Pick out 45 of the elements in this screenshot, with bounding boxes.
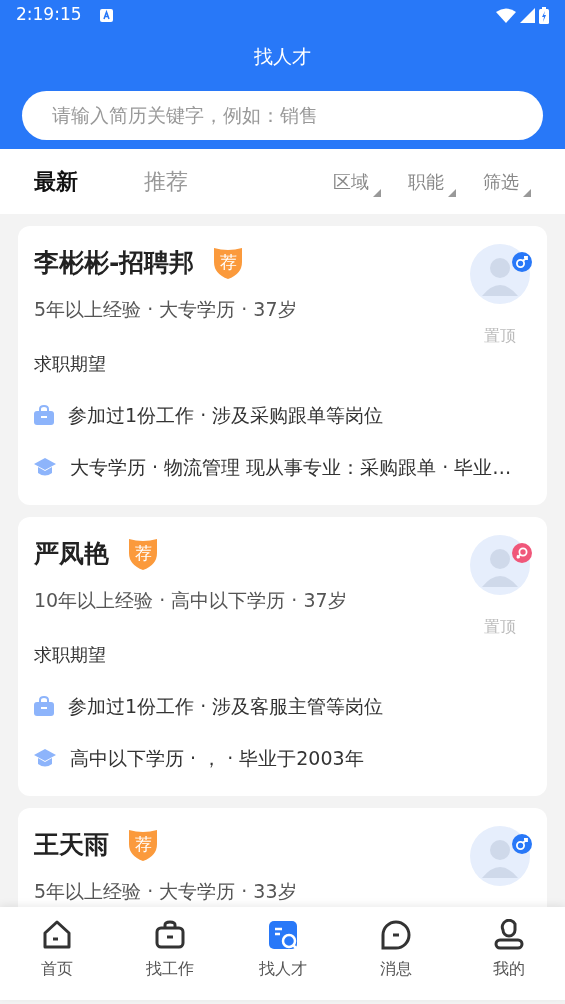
status-time: 2:19:15 (16, 3, 82, 27)
chat-icon (379, 918, 412, 951)
battery-icon (539, 6, 549, 24)
work-summary: 参加过1份工作 · 涉及客服主管等岗位 (68, 693, 384, 719)
nav-tab[interactable]: 我的 (452, 906, 565, 1000)
person-icon (492, 918, 525, 951)
graduation-cap-icon (34, 748, 56, 769)
education-summary: 大专学历 · 物流管理 现从事专业：采购跟单 · 毕业… (70, 455, 512, 480)
candidate-name: 王天雨 (34, 828, 109, 861)
wifi-icon (496, 7, 516, 23)
briefcase-icon (34, 404, 54, 425)
nav-tab[interactable]: 首页 (0, 906, 113, 1000)
briefcase-icon (153, 918, 186, 951)
nav-tab[interactable]: 找人才 (226, 906, 339, 1000)
keyboard-icon (99, 8, 113, 22)
nav-tab[interactable]: 消息 (339, 906, 452, 1000)
section-label: 求职期望 (34, 351, 107, 376)
briefcase-icon (34, 695, 54, 716)
filter-dropdown[interactable]: 职能 (408, 167, 456, 195)
page-title: 找人才 (253, 44, 312, 69)
candidate-details: 5年以上经验 · 大专学历 · 33岁 (34, 879, 298, 904)
corner-triangle-icon (448, 188, 456, 197)
corner-triangle-icon (373, 188, 381, 197)
candidate-card[interactable]: 李彬彬-招聘邦 荐 5年以上经验 · 大专学历 · 37岁 求职期望 置顶 参加过1份工作 · 涉及采购跟单等岗位 大专学历 · 物流管理 现从事专业：采购跟单 · 毕业… (18, 225, 547, 505)
corner-triangle-icon (523, 188, 531, 197)
document-search-icon (266, 918, 299, 951)
candidate-details: 5年以上经验 · 大专学历 · 37岁 (34, 297, 298, 322)
tab[interactable]: 最新 (34, 164, 78, 198)
work-summary: 参加过1份工作 · 涉及采购跟单等岗位 (68, 402, 384, 428)
search-field[interactable]: 请输入简历关键字，例如：销售 (22, 90, 543, 140)
candidate-card[interactable]: 严凤艳 荐 10年以上经验 · 高中以下学历 · 37岁 求职期望 置顶 参加过1份工作 · 涉及客服主管等岗位 高中以下学历 · ， · 毕业于2003年 (18, 516, 547, 796)
candidate-name: 严凤艳 (34, 537, 109, 570)
avatar-icon (470, 534, 530, 595)
signal-icon (520, 7, 535, 23)
filter-dropdown[interactable]: 筛选 (483, 167, 531, 195)
graduation-cap-icon (34, 457, 56, 478)
filter-dropdown[interactable]: 区域 (333, 167, 381, 195)
avatar-icon (470, 243, 530, 304)
nav-tab[interactable]: 找工作 (113, 906, 226, 1000)
candidate-details: 10年以上经验 · 高中以下学历 · 37岁 (34, 588, 348, 613)
avatar-icon (470, 825, 530, 886)
education-summary: 高中以下学历 · ， · 毕业于2003年 (70, 746, 364, 771)
candidate-card[interactable]: 王天雨 荐 5年以上经验 · 大专学历 · 33岁 (18, 807, 547, 907)
section-label: 求职期望 (34, 642, 107, 667)
candidate-name: 李彬彬-招聘邦 (34, 246, 195, 279)
